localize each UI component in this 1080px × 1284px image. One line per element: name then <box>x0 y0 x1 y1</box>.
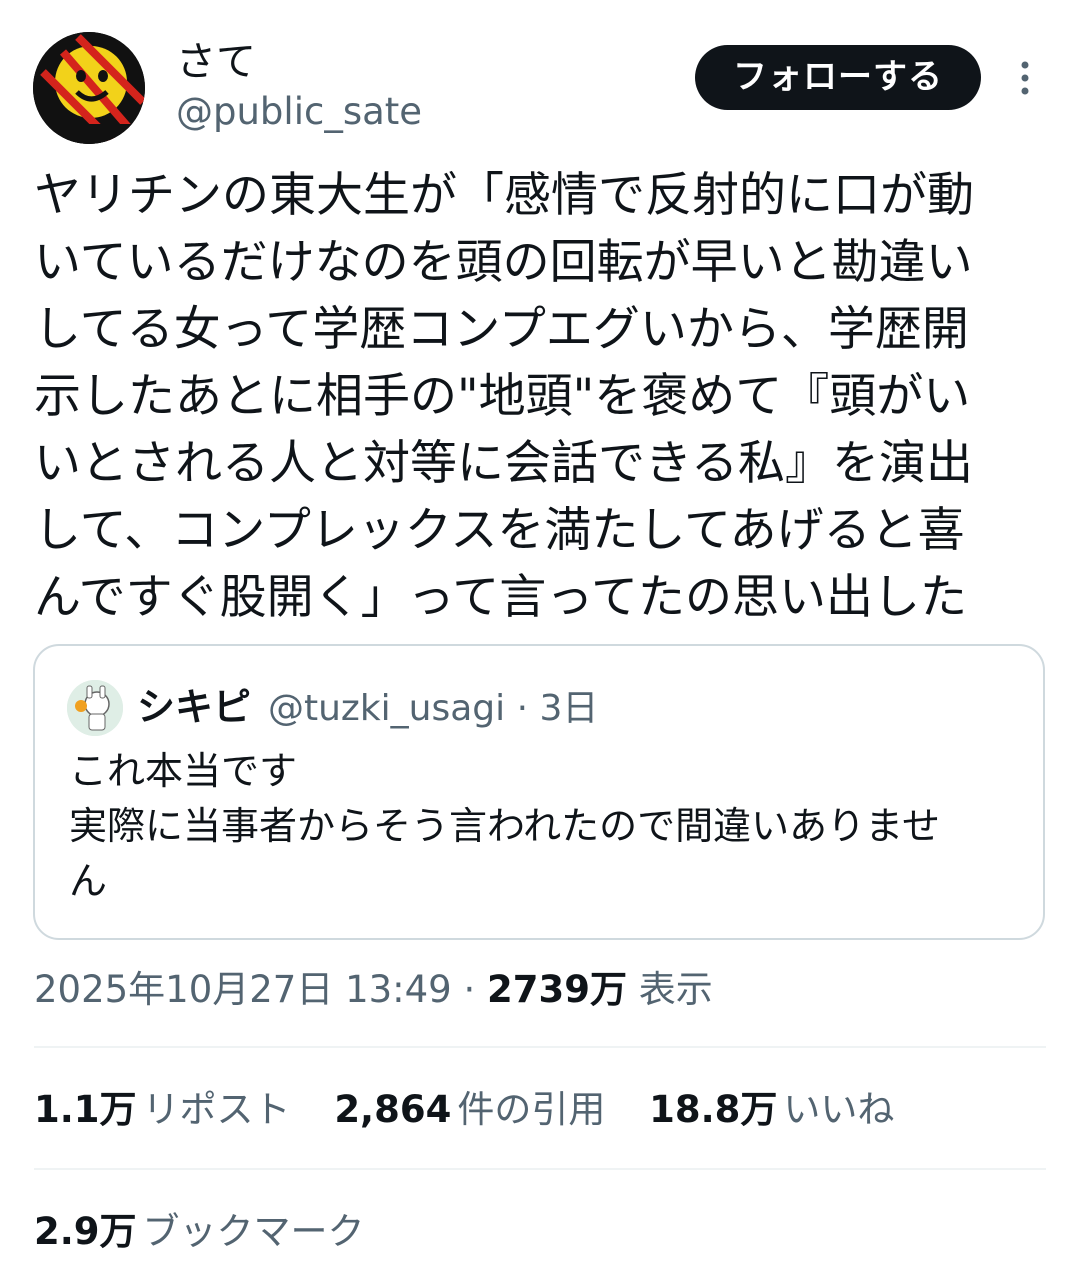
quoted-tweet-card[interactable]: シキピ @tuzki_usagi · 3日 これ本当です 実際に当事者からそう言… <box>33 644 1045 940</box>
quotes-count: 2,864 <box>334 1088 452 1131</box>
quoted-avatar-image <box>67 680 123 736</box>
quoted-author-name: シキピ <box>137 685 252 729</box>
quoted-author-avatar <box>67 680 123 736</box>
tweet-line: いているだけなのを頭の回転が早いと勘違い <box>34 235 973 290</box>
likes-stat[interactable]: 18.8万 いいね <box>649 1080 894 1140</box>
likes-count: 18.8万 <box>649 1088 778 1131</box>
more-vertical-icon[interactable] <box>1012 58 1038 98</box>
reposts-label: リポスト <box>142 1088 291 1131</box>
tweet-text: ヤリチンの東大生が「感情で反射的に口が動 いているだけなのを頭の回転が早いと勘違… <box>34 162 1044 631</box>
engagement-stats: 1.1万 リポスト 2,864 件の引用 18.8万 いいね <box>34 1080 926 1140</box>
tweet-line: んですぐ股開く」って言ってたの思い出した <box>34 570 967 625</box>
bookmarks-stat[interactable]: 2.9万 ブックマーク <box>34 1202 365 1262</box>
tweet-meta: 2025年10月27日 13:49 · 2739万 表示 <box>34 960 713 1020</box>
reposts-stat[interactable]: 1.1万 リポスト <box>34 1080 291 1140</box>
quotes-stat[interactable]: 2,864 件の引用 <box>334 1080 605 1140</box>
tweet-line: してる女って学歴コンプエグいから、学歴開 <box>34 302 969 357</box>
divider <box>34 1168 1046 1170</box>
divider <box>34 1046 1046 1048</box>
avatar-image <box>33 32 145 144</box>
author-handle[interactable]: @public_sate <box>176 88 422 136</box>
follow-button[interactable]: フォローする <box>695 45 981 110</box>
reposts-count: 1.1万 <box>34 1088 137 1131</box>
likes-label: いいね <box>783 1088 895 1131</box>
quoted-line: ん <box>69 859 108 903</box>
bookmarks-label: ブックマーク <box>142 1210 365 1253</box>
quoted-line: これ本当です <box>69 749 298 793</box>
tweet-line: いとされる人と対等に会話できる私』を演出 <box>34 436 974 491</box>
tweet-line: 示したあとに相手の"地頭"を褒めて『頭がい <box>34 369 971 424</box>
tweet-datetime[interactable]: 2025年10月27日 13:49 · <box>34 968 487 1011</box>
author-name[interactable]: さて <box>176 36 256 88</box>
quoted-line: 実際に当事者からそう言われたので間違いありませ <box>69 804 940 848</box>
quotes-label: 件の引用 <box>457 1088 606 1131</box>
author-avatar[interactable] <box>33 32 145 144</box>
tweet-line: して、コンプレックスを満たしてあげると喜 <box>34 503 965 558</box>
tweet-line: ヤリチンの東大生が「感情で反射的に口が動 <box>34 168 974 223</box>
views-count: 2739万 <box>487 968 627 1011</box>
views-label: 表示 <box>626 968 713 1011</box>
bookmarks-count: 2.9万 <box>34 1210 137 1253</box>
quoted-author-handle: @tuzki_usagi · 3日 <box>268 688 599 729</box>
quoted-tweet-text: これ本当です 実際に当事者からそう言われたので間違いありませ ん <box>69 744 1029 909</box>
